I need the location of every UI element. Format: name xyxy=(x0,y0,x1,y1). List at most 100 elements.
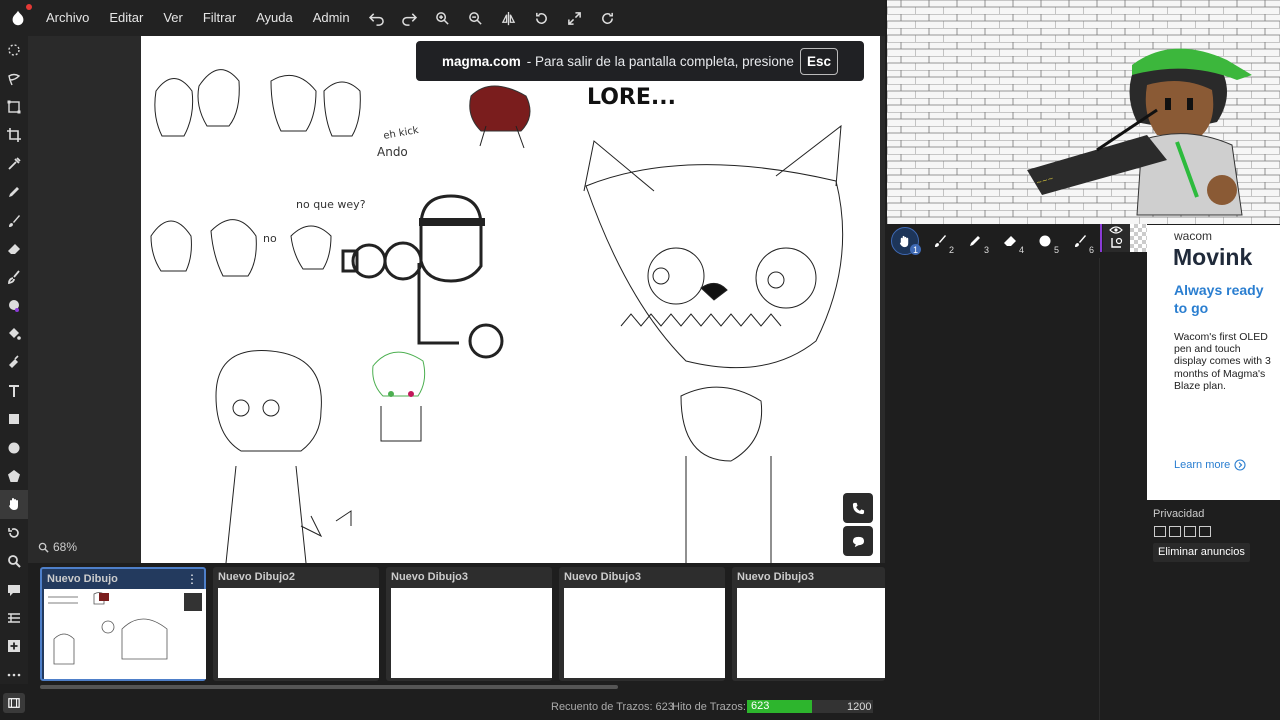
phone-icon xyxy=(852,502,864,514)
fill-icon[interactable] xyxy=(0,320,28,348)
stroke-milestone-label: Hito de Trazos: xyxy=(672,701,746,713)
circle-brush-icon xyxy=(1039,235,1050,247)
pencil-icon[interactable] xyxy=(0,178,28,206)
reset-rotation-icon[interactable] xyxy=(591,0,624,36)
thumbnail-nuevo-dibujo[interactable]: Nuevo Dibujo ⋮ xyxy=(40,567,206,681)
layout-option-icon[interactable] xyxy=(1199,526,1211,537)
chat-bubble-icon xyxy=(852,536,864,547)
right-panel: ~~~ 1 2 3 4 5 6 wacom Movink Always read… xyxy=(885,0,1280,720)
crop-icon[interactable] xyxy=(0,121,28,149)
menu-admin[interactable]: Admin xyxy=(303,0,360,36)
fullscreen-domain: magma.com xyxy=(442,53,521,69)
zoom-value: 68% xyxy=(53,540,78,554)
voice-call-button[interactable] xyxy=(843,493,873,523)
brush-number: 5 xyxy=(1053,245,1059,255)
layer-settings-icon[interactable] xyxy=(1111,237,1123,248)
hand-icon[interactable] xyxy=(0,490,28,519)
thumbnail-title: Nuevo Dibujo3 xyxy=(564,571,642,583)
advertisement[interactable]: wacom Movink Always ready to go Wacom's … xyxy=(1147,225,1280,500)
menu-ayuda[interactable]: Ayuda xyxy=(246,0,303,36)
thumbnail-nuevo-dibujo3[interactable]: Nuevo Dibujo3 xyxy=(386,567,552,681)
pen-icon xyxy=(969,236,980,246)
menu-editar[interactable]: Editar xyxy=(99,0,153,36)
brush-preset-5[interactable]: 5 xyxy=(1027,226,1062,256)
layers-icon[interactable] xyxy=(0,604,28,632)
thumbnail-preview xyxy=(218,588,379,678)
privacy-layout-options xyxy=(1154,526,1211,537)
menu-filtrar[interactable]: Filtrar xyxy=(193,0,246,36)
thumbnail-preview xyxy=(737,588,885,678)
layer-controls xyxy=(1103,224,1130,252)
stroke-milestone-max: 1200 xyxy=(847,701,872,713)
eraser-icon[interactable] xyxy=(0,235,28,263)
status-bar: Recuento de Trazos: 623 Hito de Trazos: … xyxy=(28,693,885,720)
magma-logo[interactable] xyxy=(0,0,36,36)
ad-learn-more[interactable]: Learn more xyxy=(1174,459,1246,471)
layout-option-icon[interactable] xyxy=(1154,526,1166,537)
drawing-canvas[interactable]: eh kick Ando no que wey? no LORE... xyxy=(141,36,880,563)
ad-tagline: Always ready to go xyxy=(1174,282,1264,316)
thumbnail-nuevo-dibujo3-b[interactable]: Nuevo Dibujo3 xyxy=(559,567,725,681)
undo-history-icon[interactable] xyxy=(0,519,28,547)
thumbnail-nuevo-dibujo3-c[interactable]: Nuevo Dibujo3 xyxy=(732,567,885,681)
thumbnail-preview xyxy=(564,588,725,678)
zoom-out-icon[interactable] xyxy=(459,0,492,36)
ellipse-icon[interactable] xyxy=(0,433,28,461)
notification-dot xyxy=(26,4,32,10)
magma-app: Archivo Editar Ver Filtrar Ayuda Admin e… xyxy=(0,0,1280,720)
note-no-que-wey: no que wey? xyxy=(296,198,366,211)
undo-icon[interactable] xyxy=(360,0,393,36)
tool-palette xyxy=(0,36,28,684)
ad-brand: wacom xyxy=(1174,229,1213,243)
zoom-in-icon[interactable] xyxy=(426,0,459,36)
eraser-icon xyxy=(1003,236,1016,246)
lasso-move-icon[interactable] xyxy=(0,64,28,92)
more-icon[interactable] xyxy=(0,661,28,689)
note-lore: LORE... xyxy=(587,85,676,110)
brush-preset-1[interactable]: 1 xyxy=(887,226,922,256)
rotate-icon[interactable] xyxy=(525,0,558,36)
flip-icon[interactable] xyxy=(492,0,525,36)
thumbnail-scrollbar[interactable] xyxy=(40,685,618,689)
eyedropper-icon[interactable] xyxy=(0,150,28,178)
chat-button[interactable] xyxy=(843,526,873,556)
blur-icon[interactable] xyxy=(0,348,28,376)
drawing-thumbnails: Nuevo Dibujo ⋮ Nuevo Dibujo2 Nuevo Dibuj… xyxy=(28,563,885,693)
eye-icon[interactable] xyxy=(1109,226,1123,234)
filmstrip-toggle-icon[interactable] xyxy=(3,693,25,713)
zoom-icon[interactable] xyxy=(0,547,28,575)
thumbnail-title: Nuevo Dibujo xyxy=(47,573,118,585)
layer-color-indicator xyxy=(1100,224,1102,252)
brush-icon[interactable] xyxy=(0,206,28,234)
brush-number: 1 xyxy=(910,244,921,255)
menu-ver[interactable]: Ver xyxy=(153,0,193,36)
layout-option-icon[interactable] xyxy=(1169,526,1181,537)
thumbnail-menu-icon[interactable]: ⋮ xyxy=(186,572,198,586)
lasso-select-icon[interactable] xyxy=(0,36,28,64)
brush-preset-3[interactable]: 3 xyxy=(957,226,992,256)
layout-option-icon[interactable] xyxy=(1184,526,1196,537)
remove-ads-button[interactable]: Eliminar anuncios xyxy=(1153,543,1250,562)
chat-icon[interactable] xyxy=(0,575,28,603)
layer-thumbnail[interactable] xyxy=(1130,224,1147,252)
rectangle-icon[interactable] xyxy=(0,405,28,433)
fullscreen-icon[interactable] xyxy=(558,0,591,36)
zoom-icon xyxy=(38,542,49,553)
text-icon[interactable] xyxy=(0,377,28,405)
add-icon[interactable] xyxy=(0,632,28,660)
stroke-count: Recuento de Trazos: 623 xyxy=(551,701,674,713)
blend-icon[interactable] xyxy=(0,292,28,320)
thumbnail-nuevo-dibujo2[interactable]: Nuevo Dibujo2 xyxy=(213,567,379,681)
menu-archivo[interactable]: Archivo xyxy=(36,0,99,36)
note-eh-kick: eh kick xyxy=(383,125,420,142)
zoom-indicator[interactable]: 68% xyxy=(38,540,77,554)
brush-preset-6[interactable]: 6 xyxy=(1062,226,1097,256)
transform-icon[interactable] xyxy=(0,93,28,121)
redo-icon[interactable] xyxy=(393,0,426,36)
brush-number: 2 xyxy=(948,245,954,255)
workspace: eh kick Ando no que wey? no LORE... magm… xyxy=(28,36,885,563)
polygon-icon[interactable] xyxy=(0,462,28,490)
brush-preset-2[interactable]: 2 xyxy=(922,226,957,256)
brush-preset-4[interactable]: 4 xyxy=(992,226,1027,256)
smudge-icon[interactable] xyxy=(0,263,28,291)
